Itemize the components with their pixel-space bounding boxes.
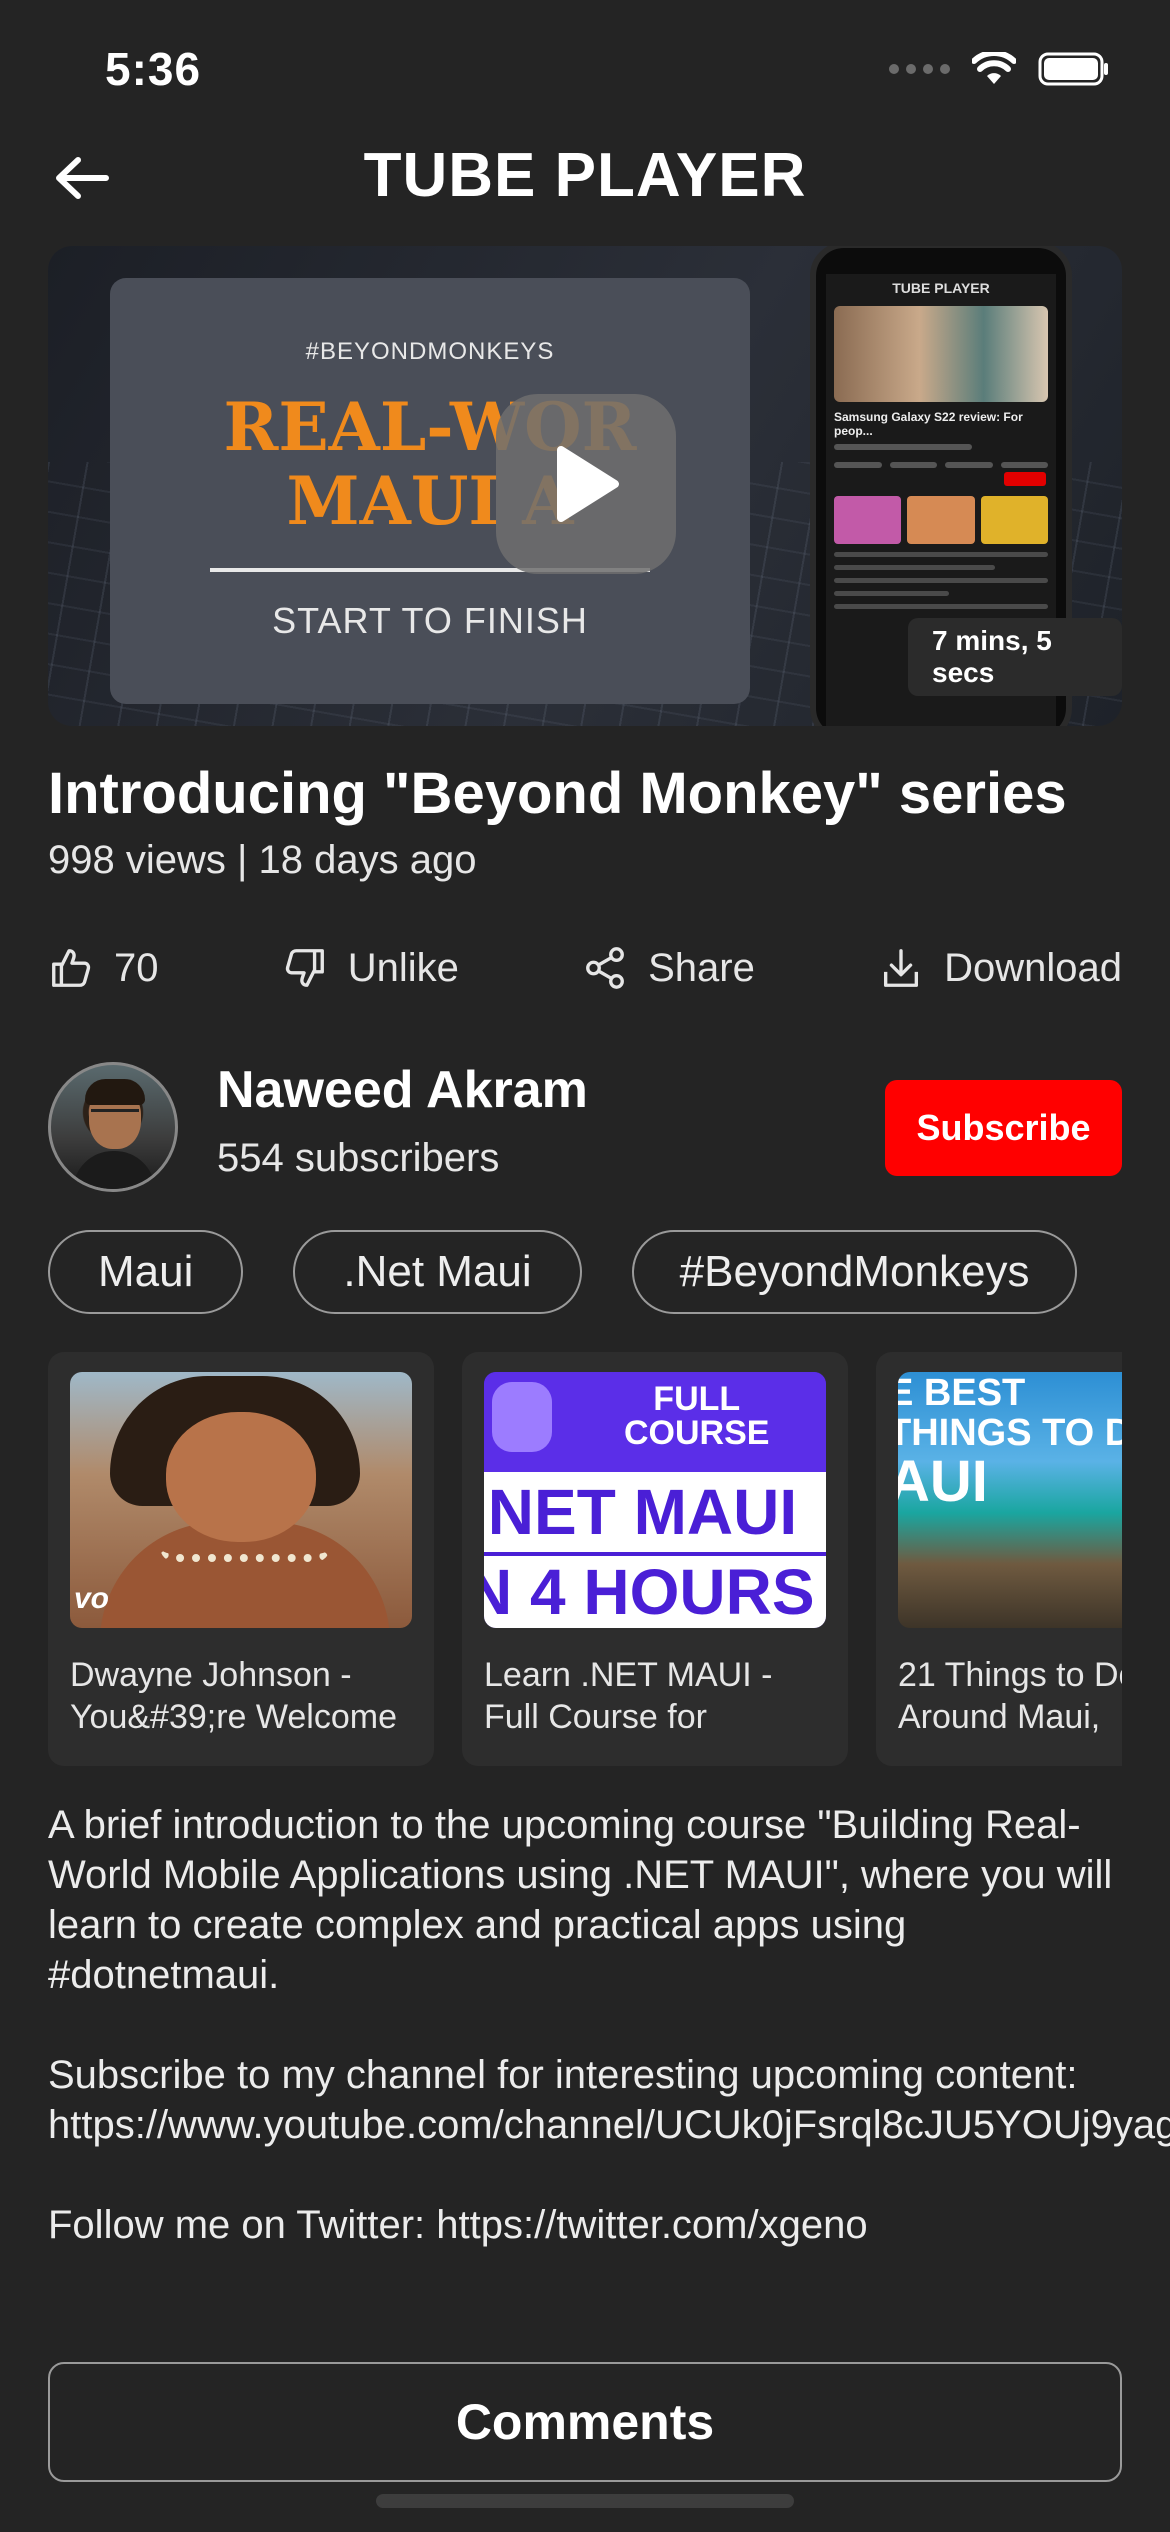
tag-chip[interactable]: .Net Maui [293, 1230, 582, 1314]
related-video-card[interactable]: FULL COURSE .NET MAUI N 4 HOURS Learn .N… [462, 1352, 848, 1766]
thumbnail-vevo-mark: vo [74, 1582, 110, 1615]
play-button[interactable] [496, 394, 676, 574]
channel-subscriber-count: 554 subscribers [217, 1136, 500, 1180]
related-video-title: Dwayne Johnson - You&#39;re Welcome [70, 1656, 397, 1736]
thumbnail-text: COURSE [624, 1414, 770, 1452]
share-label: Share [648, 945, 755, 990]
related-video-thumbnail: FULL COURSE .NET MAUI N 4 HOURS [484, 1372, 826, 1628]
video-meta: 998 views | 18 days ago [48, 838, 477, 882]
thumbnail-text: FULL [653, 1380, 741, 1418]
related-video-card[interactable]: vo Dwayne Johnson - You&#39;re Welcome [48, 1352, 434, 1766]
wifi-icon [972, 52, 1016, 84]
home-indicator[interactable] [376, 2494, 794, 2508]
phone-caption: Samsung Galaxy S22 review: For peop... [834, 410, 1023, 438]
unlike-button[interactable]: Unlike [282, 945, 459, 991]
channel-name[interactable]: Naweed Akram [217, 1060, 588, 1120]
comments-button[interactable]: Comments [48, 2362, 1122, 2482]
description-paragraph: A brief introduction to the upcoming cou… [48, 1803, 1113, 1997]
play-icon [557, 446, 619, 522]
thumbs-down-icon [285, 949, 324, 987]
like-count: 70 [114, 945, 159, 990]
subscribe-button[interactable]: Subscribe [885, 1080, 1122, 1176]
channel-avatar[interactable] [48, 1062, 178, 1192]
related-video-thumbnail: vo [70, 1372, 412, 1628]
download-icon [884, 949, 919, 987]
thumbs-up-icon [52, 949, 91, 987]
thumbnail-text: .NET MAUI [484, 1472, 826, 1552]
video-description: A brief introduction to the upcoming cou… [48, 1800, 1170, 2250]
video-player[interactable]: #BEYONDMONKEYS REAL-WOR MAUI A START TO … [48, 246, 1122, 726]
video-duration: 7 mins, 5 secs [908, 618, 1122, 696]
signal-icon [889, 64, 950, 74]
related-video-title: Learn .NET MAUI - Full Course for [484, 1656, 773, 1736]
description-paragraph[interactable]: Subscribe to my channel for interesting … [48, 2050, 1170, 2150]
status-time: 5:36 [105, 43, 202, 95]
related-videos[interactable]: vo Dwayne Johnson - You&#39;re Welcome F… [48, 1352, 1122, 1768]
thumbnail-text: THINGS TO DO [898, 1412, 1122, 1454]
action-bar: 70 Unlike Share Download [48, 945, 1122, 991]
thumbnail-text: AUI [898, 1449, 988, 1514]
tag-chip[interactable]: Maui [48, 1230, 244, 1314]
thumbnail-hashtag: #BEYONDMONKEYS [305, 338, 555, 365]
share-button[interactable]: Share [582, 945, 755, 991]
related-video-thumbnail: E BEST THINGS TO DO AUI [898, 1372, 1122, 1628]
status-icons [889, 52, 1110, 86]
download-label: Download [944, 945, 1122, 990]
share-icon [586, 947, 625, 989]
related-video-card[interactable]: E BEST THINGS TO DO AUI 21 Things to Do … [876, 1352, 1122, 1766]
thumbnail-subtitle: START TO FINISH [272, 600, 588, 641]
description-paragraph[interactable]: Follow me on Twitter: https://twitter.co… [48, 2200, 1128, 2250]
page-title: TUBE PLAYER [363, 141, 807, 210]
phone-subscribe [1004, 472, 1046, 486]
tag-chip[interactable]: #BeyondMonkeys [631, 1230, 1078, 1314]
related-video-title: 21 Things to Do Around Maui, [898, 1656, 1122, 1736]
like-button[interactable]: 70 [48, 945, 159, 991]
download-button[interactable]: Download [878, 945, 1122, 991]
tag-list: Maui .Net Maui #BeyondMonkeys [48, 1230, 1078, 1314]
robot-icon [492, 1382, 552, 1452]
unlike-label: Unlike [347, 945, 459, 990]
thumbnail-text: E BEST [898, 1372, 1026, 1414]
thumbnail-text: N 4 HOURS [484, 1556, 826, 1628]
phone-title: TUBE PLAYER [892, 280, 990, 296]
phone-video [834, 306, 1048, 402]
battery-icon [1038, 52, 1108, 86]
video-title: Introducing "Beyond Monkey" series [48, 761, 1067, 826]
